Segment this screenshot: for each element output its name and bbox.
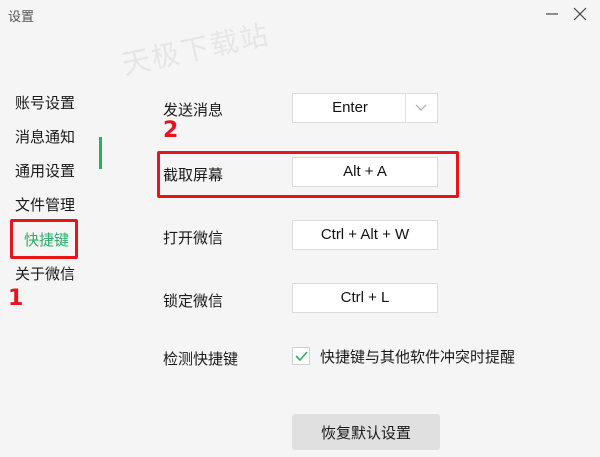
send-message-select[interactable]: Enter [292,93,438,123]
conflict-reminder-label[interactable]: 快捷键与其他软件冲突时提醒 [320,346,515,367]
detect-shortcut-label: 检测快捷键 [163,350,239,368]
sidebar-active-indicator [99,137,102,169]
restore-defaults-button[interactable]: 恢复默认设置 [292,414,440,450]
close-button[interactable] [568,2,592,26]
sidebar: 账号设置 消息通知 通用设置 文件管理 快捷键 关于微信 [0,86,102,316]
screenshot-shortcut-field[interactable]: Alt + A [292,157,438,187]
open-wechat-label: 打开微信 [163,229,224,247]
minimize-button[interactable] [540,2,564,26]
annotation-marker-1: 1 [8,286,24,311]
minimize-icon [546,13,558,15]
dropdown-arrow[interactable] [405,94,437,122]
sidebar-item-notifications[interactable]: 消息通知 [15,122,75,152]
chevron-down-icon [415,104,427,111]
open-wechat-shortcut-field[interactable]: Ctrl + Alt + W [292,220,438,250]
highlight-box-shortcuts [10,219,78,259]
annotation-marker-2: 2 [163,118,179,143]
sidebar-item-account[interactable]: 账号设置 [15,88,75,118]
check-icon [295,351,308,362]
sidebar-item-files[interactable]: 文件管理 [15,190,75,220]
conflict-reminder-checkbox[interactable] [292,347,310,365]
send-message-label: 发送消息 [163,101,224,119]
close-icon [573,7,587,21]
send-message-value: Enter [332,99,368,116]
lock-wechat-label: 锁定微信 [163,292,224,310]
window-title: 设置 [8,10,35,25]
sidebar-item-about[interactable]: 关于微信 [15,259,75,289]
lock-wechat-shortcut-field[interactable]: Ctrl + L [292,283,438,313]
sidebar-item-general[interactable]: 通用设置 [15,156,75,186]
screenshot-label: 截取屏幕 [163,166,224,184]
watermark: 天极下载站 [119,17,273,82]
